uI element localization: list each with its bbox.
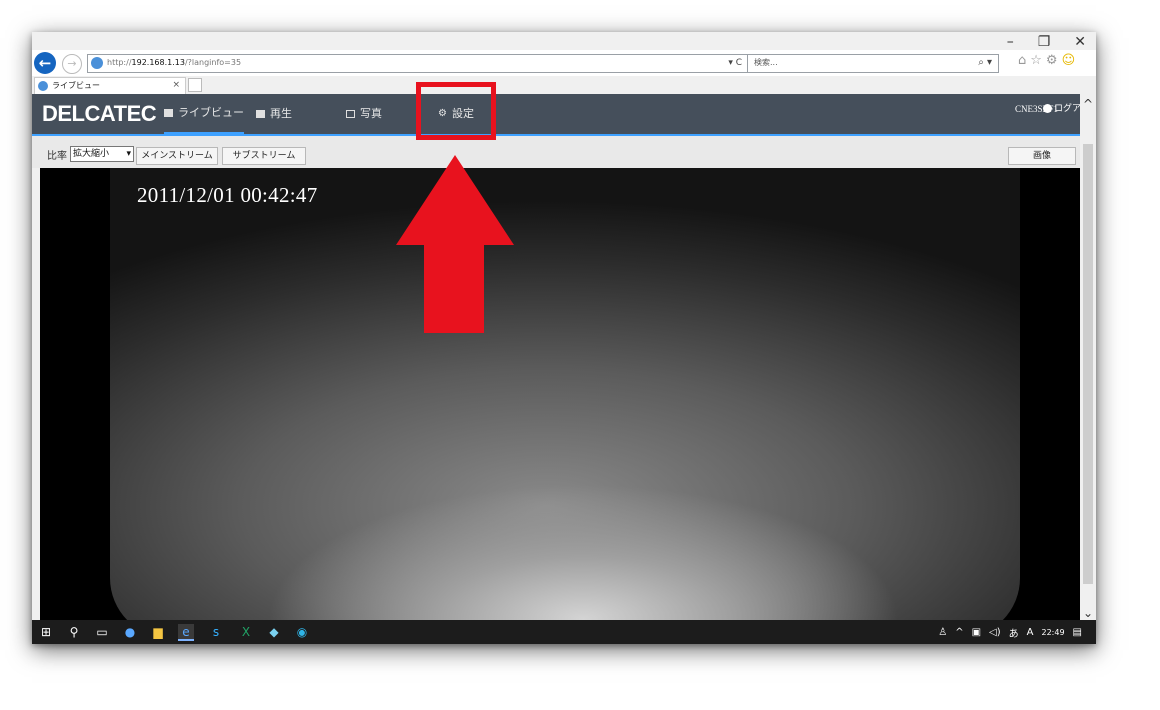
arrow-shape — [396, 155, 514, 333]
screenshot-frame: – ❐ ✕ ← → http://192.168.1.13/?langinfo=… — [32, 32, 1096, 644]
search-icon[interactable]: ⚲ — [66, 624, 82, 640]
tab-photo[interactable]: 写真 — [346, 94, 382, 134]
feedback-smiley-icon[interactable]: ☺ — [1062, 53, 1076, 68]
forward-button[interactable]: → — [62, 54, 82, 74]
chevron-up-icon[interactable]: ^ — [955, 627, 963, 638]
video-timestamp: 2011/12/01 00:42:47 — [137, 183, 318, 207]
app-header: DELCATEC ライブビュー 再生 写真 ⚙ 設定 CNE3SBF1 ログアウ — [32, 94, 1090, 134]
address-bar[interactable]: http://192.168.1.13/?langinfo=35 ▾ C — [87, 54, 749, 73]
network-icon[interactable]: ▣ — [972, 627, 981, 638]
sub-stream-button[interactable]: サブストリーム — [222, 147, 306, 165]
search-icon[interactable]: ⌕ ▾ — [978, 56, 992, 70]
view-toolbar: 比率 拡大縮小 ▾ メインストリーム サブストリーム 画像 — [32, 136, 1080, 168]
camera-image — [110, 168, 1020, 620]
new-tab-button[interactable] — [188, 78, 202, 92]
zoom-app-icon[interactable]: ● — [122, 624, 138, 640]
ratio-select-value: 拡大縮小 — [73, 149, 110, 159]
delcatec-logo: DELCATEC — [42, 101, 157, 126]
picture-icon — [346, 110, 355, 118]
tab-live-view[interactable]: ライブビュー — [164, 94, 244, 134]
window-controls: – ❐ ✕ — [1007, 34, 1086, 50]
scroll-up-arrow-icon[interactable]: ^ — [1080, 94, 1096, 134]
film-icon — [256, 110, 265, 118]
main-stream-button[interactable]: メインストリーム — [136, 147, 218, 165]
search-input[interactable]: 検索... ⌕ ▾ — [747, 54, 999, 73]
tab-playback[interactable]: 再生 — [256, 94, 292, 134]
notification-icon[interactable]: ▤ — [1073, 627, 1082, 638]
scroll-down-arrow-icon[interactable]: ⌄ — [1080, 606, 1096, 620]
internet-explorer-icon[interactable]: e — [178, 624, 194, 641]
minimize-button[interactable]: – — [1007, 34, 1014, 50]
image-button[interactable]: 画像 — [1008, 147, 1076, 165]
close-tab-icon[interactable]: × — [172, 79, 180, 92]
taskbar-clock[interactable]: 22:49 — [1041, 628, 1064, 637]
edge-icon[interactable]: ◉ — [294, 624, 310, 640]
search-placeholder: 検索... — [754, 58, 778, 67]
ime-indicator[interactable]: A — [1027, 627, 1034, 638]
monitor-icon — [164, 109, 173, 117]
address-url: http://192.168.1.13/?langinfo=35 — [107, 58, 242, 67]
gear-icon[interactable]: ⚙ — [1046, 53, 1058, 68]
page-scrollbar[interactable]: ⌄ — [1080, 134, 1096, 620]
browser-tab[interactable]: ライブビュー × — [34, 77, 186, 94]
windows-start-icon[interactable]: ⊞ — [38, 624, 54, 640]
skype-icon[interactable]: s — [208, 624, 224, 640]
system-tray: ♙ ^ ▣ ◁) あ A 22:49 ▤ — [938, 620, 1082, 644]
tab-live-view-label: ライブビュー — [178, 106, 244, 119]
chevron-down-icon: ▾ — [126, 149, 131, 159]
windows-taskbar: ⊞ ⚲ ▭ ● ▆ e s X ◆ ◉ ♙ ^ ▣ ◁) あ A 22:49 ▤ — [32, 620, 1096, 644]
speaker-icon[interactable]: ◁) — [989, 627, 1001, 638]
file-explorer-icon[interactable]: ▆ — [150, 624, 166, 640]
power-icon — [1042, 104, 1052, 113]
close-window-button[interactable]: ✕ — [1074, 34, 1086, 50]
settings-highlight-box — [416, 82, 496, 140]
task-view-icon[interactable]: ▭ — [94, 624, 110, 640]
tab-photo-label: 写真 — [360, 107, 382, 120]
tab-title: ライブビュー — [52, 81, 100, 90]
restore-button[interactable]: ❐ — [1038, 34, 1051, 50]
back-button[interactable]: ← — [34, 52, 56, 74]
scrollbar-thumb[interactable] — [1083, 144, 1093, 584]
ratio-label: 比率 — [47, 151, 67, 162]
refresh-icon[interactable]: ▾ C — [728, 56, 742, 70]
tab-row: ライブビュー × — [32, 76, 1096, 94]
home-icon[interactable]: ⌂ — [1018, 53, 1026, 68]
ie-page-icon — [91, 57, 103, 69]
favorites-star-icon[interactable]: ☆ — [1030, 53, 1042, 68]
ie-toolbar: ⌂ ☆ ⚙ ☺ — [1018, 53, 1075, 68]
ie-tab-icon — [38, 81, 48, 91]
live-video-feed[interactable]: 2011/12/01 00:42:47 — [40, 168, 1080, 620]
app-icon[interactable]: ◆ — [266, 624, 282, 640]
red-arrow-icon — [396, 155, 514, 333]
ratio-select[interactable]: 拡大縮小 ▾ — [70, 146, 134, 162]
people-icon[interactable]: ♙ — [938, 627, 947, 638]
ime-mode-icon[interactable]: あ — [1009, 625, 1019, 640]
excel-icon[interactable]: X — [238, 624, 254, 640]
address-row: ← → http://192.168.1.13/?langinfo=35 ▾ C… — [32, 50, 1096, 76]
tab-playback-label: 再生 — [270, 107, 292, 120]
